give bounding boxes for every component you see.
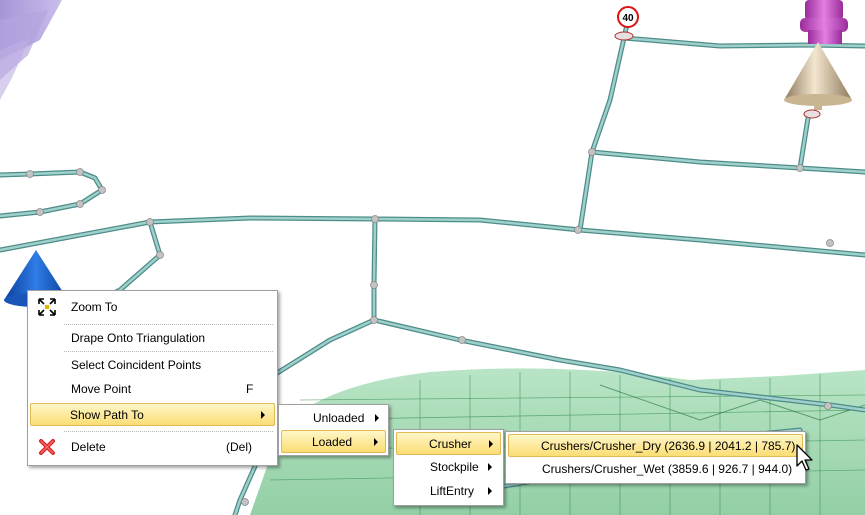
zoom-to-label: Zoom To (71, 300, 118, 314)
select-coincident-label: Select Coincident Points (71, 358, 202, 372)
submenu-arrow-icon (489, 440, 493, 448)
delete-label: Delete (71, 440, 106, 454)
menu-item-unloaded[interactable]: Unloaded (281, 407, 386, 429)
zoom-to-icon (38, 298, 56, 316)
menu-item-move-point[interactable]: Move Point F (30, 378, 275, 400)
drape-label: Drape Onto Triangulation (71, 331, 206, 345)
context-menu: Zoom To Drape Onto Triangulation Select … (27, 290, 278, 466)
menu-item-liftentry[interactable]: LiftEntry (396, 480, 501, 502)
crusher-dry-label: Crushers/Crusher_Dry (2636.9 | 2041.2 | … (541, 438, 796, 453)
loaded-label: Loaded (312, 434, 353, 449)
submenu-arrow-icon (375, 414, 379, 422)
liftentry-label: LiftEntry (430, 484, 475, 498)
submenu-crusher: Crushers/Crusher_Dry (2636.9 | 2041.2 | … (505, 431, 806, 484)
delete-shortcut: (Del) (226, 440, 252, 454)
move-point-shortcut: F (246, 382, 254, 396)
submenu-show-path-to: Unloaded Loaded (278, 404, 389, 456)
menu-item-crusher[interactable]: Crusher (396, 432, 501, 455)
purple-structure (0, 0, 62, 100)
speed-limit-sign-icon: 40 (614, 6, 639, 41)
submenu-arrow-icon (374, 438, 378, 446)
show-path-to-label: Show Path To (70, 407, 144, 422)
menu-item-show-path-to[interactable]: Show Path To (30, 403, 275, 426)
submenu-arrow-icon (261, 411, 265, 419)
menu-separator (64, 431, 273, 432)
menu-item-crusher-wet[interactable]: Crushers/Crusher_Wet (3859.6 | 926.7 | 9… (508, 458, 803, 480)
menu-item-delete[interactable]: Delete (Del) (30, 436, 275, 458)
menu-item-drape[interactable]: Drape Onto Triangulation (30, 327, 275, 349)
menu-item-loaded[interactable]: Loaded (281, 430, 386, 453)
menu-separator (64, 351, 273, 352)
menu-separator (64, 324, 273, 325)
stockpile-label: Stockpile (430, 460, 479, 474)
menu-item-crusher-dry[interactable]: Crushers/Crusher_Dry (2636.9 | 2041.2 | … (508, 434, 803, 457)
unloaded-label: Unloaded (313, 411, 365, 425)
menu-item-zoom-to[interactable]: Zoom To (30, 296, 275, 318)
menu-item-select-coincident[interactable]: Select Coincident Points (30, 354, 275, 376)
svg-text:40: 40 (622, 13, 634, 24)
delete-icon (39, 439, 55, 455)
crusher-model (784, 0, 852, 119)
crusher-label: Crusher (429, 436, 472, 451)
submenu-arrow-icon (488, 487, 492, 495)
crusher-wet-label: Crushers/Crusher_Wet (3859.6 | 926.7 | 9… (542, 462, 793, 476)
mouse-cursor-icon (796, 444, 813, 471)
move-point-label: Move Point (71, 382, 132, 396)
menu-item-stockpile[interactable]: Stockpile (396, 456, 501, 478)
submenu-arrow-icon (488, 463, 492, 471)
submenu-loaded: Crusher Stockpile LiftEntry (393, 429, 504, 506)
